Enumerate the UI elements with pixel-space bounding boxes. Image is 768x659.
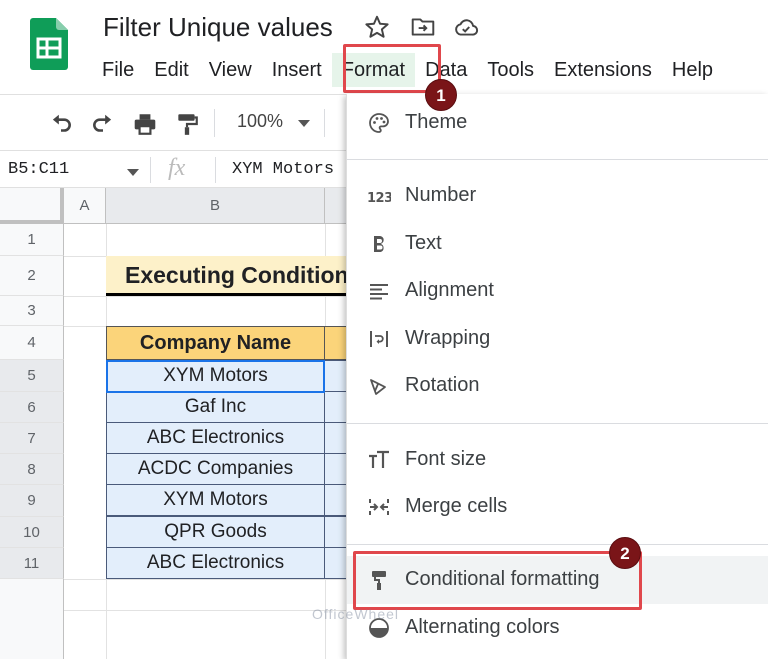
- menu-item-label: Alignment: [405, 279, 494, 301]
- toolbar-separator: [324, 109, 325, 137]
- menu-item-number[interactable]: 123 Number: [347, 172, 768, 220]
- active-cell-outline: [106, 360, 325, 393]
- bold-icon: [374, 236, 384, 252]
- formula-separator: [150, 157, 151, 183]
- rotation-icon: [370, 379, 386, 395]
- font-size-icon: [369, 450, 389, 468]
- palette-icon: [369, 113, 389, 133]
- row-header-11[interactable]: 11: [0, 548, 64, 579]
- menu-item-label: Rotation: [405, 374, 480, 396]
- document-title[interactable]: Filter Unique values: [103, 12, 333, 43]
- menu-tools[interactable]: Tools: [477, 53, 544, 87]
- row-header-1[interactable]: 1: [0, 224, 64, 256]
- merge-icon: [369, 499, 389, 515]
- print-icon[interactable]: [132, 111, 158, 137]
- menu-help[interactable]: Help: [662, 53, 723, 87]
- formula-input[interactable]: XYM Motors: [232, 160, 334, 179]
- select-all-corner[interactable]: [0, 188, 64, 224]
- menu-insert[interactable]: Insert: [262, 53, 332, 87]
- table-header-company-name[interactable]: Company Name: [106, 326, 325, 360]
- row-header-4[interactable]: 4: [0, 326, 64, 360]
- table-cell-company[interactable]: ABC Electronics: [106, 422, 325, 454]
- wrap-icon: [370, 331, 388, 347]
- zoom-select[interactable]: 100%: [237, 111, 283, 132]
- menu-item-rotation[interactable]: Rotation: [347, 362, 768, 410]
- chevron-down-icon[interactable]: [127, 169, 139, 176]
- menu-item-label: Number: [405, 184, 477, 206]
- fx-icon: fx: [168, 155, 186, 181]
- menu-edit[interactable]: Edit: [144, 53, 198, 87]
- formula-separator: [215, 157, 216, 183]
- menu-separator: [347, 544, 768, 545]
- row-header-2[interactable]: 2: [0, 256, 64, 296]
- menu-item-alignment[interactable]: Alignment: [347, 267, 768, 315]
- cloud-saved-icon[interactable]: [453, 14, 479, 40]
- row-header-3[interactable]: 3: [0, 296, 64, 326]
- step-badge-2: 2: [609, 537, 641, 569]
- table-cell-company[interactable]: ABC Electronics: [106, 547, 325, 579]
- row-header-10[interactable]: 10: [0, 517, 64, 548]
- name-box[interactable]: B5:C11: [8, 160, 69, 179]
- undo-icon[interactable]: [48, 111, 74, 137]
- table-cell-company[interactable]: QPR Goods: [106, 516, 325, 548]
- menu-item-text[interactable]: Text: [347, 220, 768, 268]
- row-header-8[interactable]: 8: [0, 454, 64, 485]
- sheet-title-cell[interactable]: Executing Conditional Formatting: [106, 256, 386, 296]
- menu-item-font-size[interactable]: Font size: [347, 436, 768, 484]
- sheets-logo-icon[interactable]: [30, 18, 68, 70]
- toolbar-separator: [214, 109, 215, 137]
- menu-item-label: Wrapping: [405, 327, 491, 349]
- menu-item-theme[interactable]: Theme: [347, 99, 768, 147]
- menu-item-merge-cells[interactable]: Merge cells: [347, 483, 768, 531]
- menu-item-label: Theme: [405, 111, 468, 133]
- number-format-icon: 123: [367, 191, 391, 206]
- row-header-9[interactable]: 9: [0, 485, 64, 517]
- chevron-down-icon[interactable]: [298, 120, 310, 127]
- step-badge-1: 1: [425, 79, 457, 111]
- menu-item-label: Font size: [405, 448, 487, 470]
- svg-text:123: 123: [367, 191, 391, 206]
- star-icon[interactable]: [364, 14, 390, 40]
- row-header-7[interactable]: 7: [0, 423, 64, 454]
- watermark-logo: OfficeWheel: [312, 606, 399, 622]
- table-cell-company[interactable]: Gaf Inc: [106, 391, 325, 423]
- menu-item-label: Text: [405, 232, 442, 254]
- table-cell-company[interactable]: ACDC Companies: [106, 453, 325, 485]
- paint-format-icon[interactable]: [174, 111, 200, 137]
- menu-file[interactable]: File: [92, 53, 144, 87]
- align-icon: [370, 284, 388, 300]
- menu-view[interactable]: View: [199, 53, 262, 87]
- menu-separator: [347, 159, 768, 160]
- row-header-6[interactable]: 6: [0, 392, 64, 423]
- menu-item-label: Merge cells: [405, 495, 508, 517]
- move-to-folder-icon[interactable]: [410, 14, 436, 40]
- row-header-empty: [0, 579, 64, 659]
- format-menu-highlight: [343, 44, 441, 93]
- row-header-5[interactable]: 5: [0, 360, 64, 392]
- menu-item-label: Alternating colors: [405, 616, 560, 638]
- menu-item-wrapping[interactable]: Wrapping: [347, 315, 768, 363]
- column-header-b[interactable]: B: [106, 188, 325, 224]
- menu-extensions[interactable]: Extensions: [544, 53, 662, 87]
- menu-item-alternating-colors[interactable]: Alternating colors: [347, 604, 768, 652]
- column-header-a[interactable]: A: [64, 188, 106, 224]
- menu-separator: [347, 423, 768, 424]
- redo-icon[interactable]: [90, 111, 116, 137]
- table-cell-company[interactable]: XYM Motors: [106, 484, 325, 516]
- conditional-formatting-highlight: [353, 551, 642, 610]
